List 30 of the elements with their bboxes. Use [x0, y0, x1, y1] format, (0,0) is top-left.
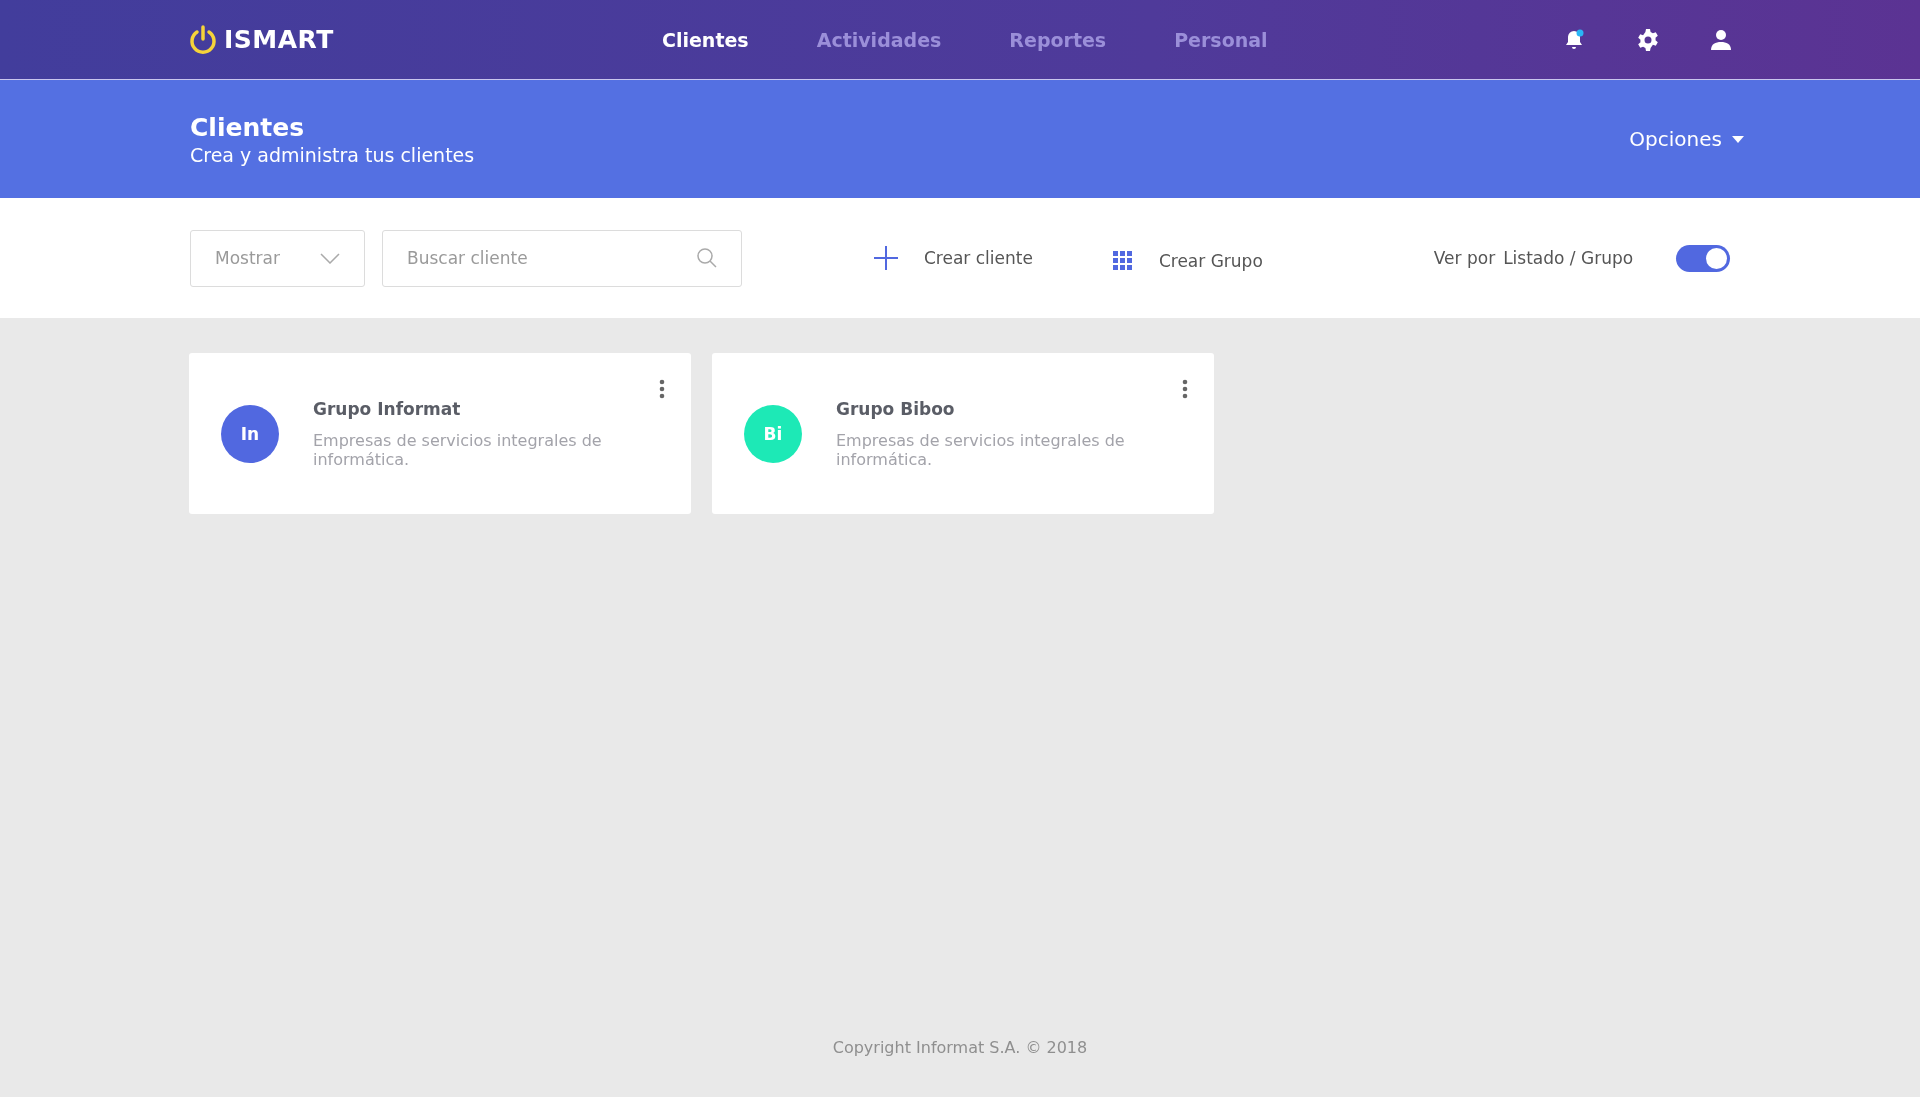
create-client-button[interactable]: Crear cliente: [868, 245, 1039, 271]
power-icon: [188, 24, 218, 55]
card-description: Empresas de servicios integrales de informática.: [313, 430, 603, 469]
grid-icon: [1112, 251, 1133, 271]
user-icon[interactable]: [1710, 28, 1732, 51]
card-title: Grupo Biboo: [836, 398, 956, 419]
client-card[interactable]: In Grupo Informat Empresas de servicios integrales de informática.: [189, 353, 691, 514]
card-title: Grupo Informat: [313, 398, 462, 419]
avatar: Bi: [744, 404, 802, 463]
chevron-down-icon: [320, 252, 340, 264]
create-group-button[interactable]: Crear Grupo: [1106, 250, 1269, 272]
copyright-text: Copyright Informat S.A. © 2018: [832, 1038, 1088, 1057]
avatar: In: [221, 404, 279, 463]
nav-tab[interactable]: Clientes: [628, 28, 783, 51]
page-title: Clientes: [190, 112, 306, 142]
view-toggle[interactable]: [1676, 244, 1730, 272]
client-card[interactable]: Bi Grupo Biboo Empresas de servicios integrales de informática.: [712, 353, 1214, 514]
view-options: Listado / Grupo: [1503, 248, 1634, 268]
brand-name: ISMART: [224, 25, 334, 54]
page-subtitle: Crea y administra tus clientes: [190, 143, 475, 166]
view-label: Ver por: [1433, 248, 1496, 268]
search-icon: [696, 246, 718, 269]
search-field[interactable]: Buscar cliente: [382, 229, 742, 287]
plus-icon: [874, 246, 898, 270]
options-button[interactable]: Opciones: [1623, 126, 1750, 152]
caret-icon: [1732, 135, 1744, 143]
settings-icon[interactable]: [1636, 27, 1660, 52]
more-icon[interactable]: [1182, 379, 1188, 399]
card-description: Empresas de servicios integrales de informática.: [836, 430, 1126, 469]
more-icon[interactable]: [659, 379, 665, 399]
